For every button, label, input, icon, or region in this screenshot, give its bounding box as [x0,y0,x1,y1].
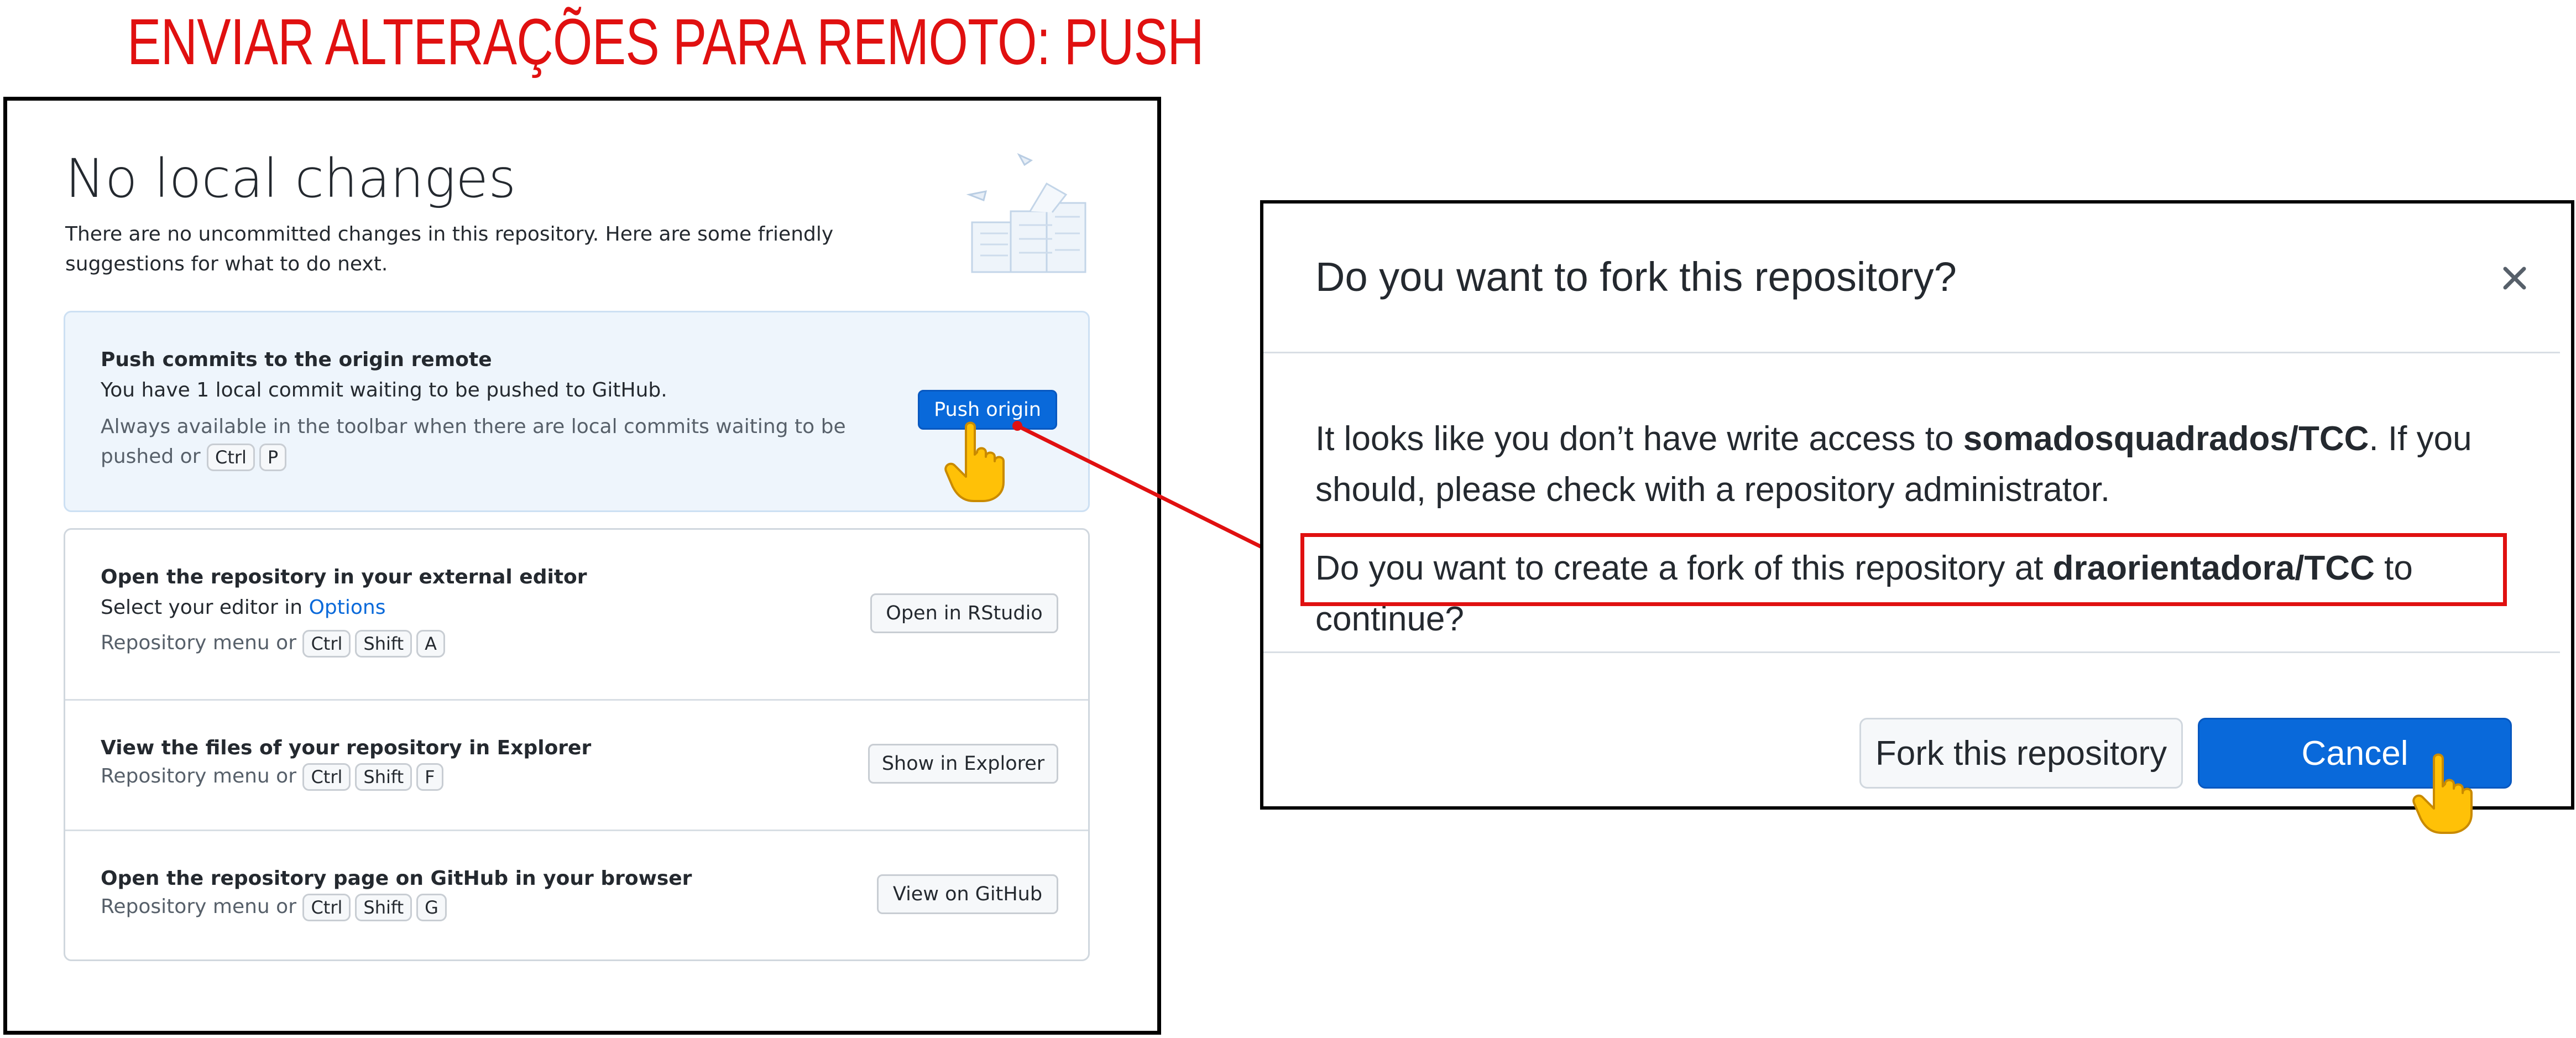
kbd-p: P [259,444,287,471]
close-icon[interactable] [2495,259,2534,298]
editor-row-prefix: Select your editor in [101,596,303,619]
kbd-ctrl: Ctrl [302,763,351,791]
panel-description: There are no uncommitted changes in this… [65,223,834,275]
papers-illustration [966,153,1086,273]
kbd-shift: Shift [355,763,412,791]
editor-hint-text: Repository menu or [101,632,296,654]
message-access-prefix: It looks like you don’t have write acces… [1315,420,1954,458]
explorer-suggestion-row: View the files of your repository in Exp… [65,699,1088,831]
highlight-box [1300,533,2507,606]
pointer-hand-icon [2412,753,2473,834]
push-card-hint: Always available in the toolbar when the… [101,412,886,472]
dialog-title: Do you want to fork this repository? [1315,254,1957,300]
show-in-explorer-button[interactable]: Show in Explorer [868,744,1058,784]
editor-row-hint: Repository menu or Ctrl Shift A [101,628,450,658]
view-on-github-button[interactable]: View on GitHub [877,874,1058,914]
suggestions-card: Open the repository in your external edi… [64,528,1090,961]
kbd-shift: Shift [355,894,412,921]
dialog-header-divider [1263,352,2560,353]
github-row-title: Open the repository page on GitHub in yo… [101,867,692,890]
message-access-repo: somadosquadrados/TCC [1963,420,2369,458]
kbd-a: A [416,630,446,658]
editor-row-title: Open the repository in your external edi… [101,566,587,588]
fork-repository-button[interactable]: Fork this repository [1859,718,2183,789]
explorer-hint-text: Repository menu or [101,765,296,787]
push-card-text: You have 1 local commit waiting to be pu… [101,379,667,401]
kbd-ctrl: Ctrl [302,894,351,921]
explorer-row-title: View the files of your repository in Exp… [101,737,592,759]
panel-title: No local changes [65,148,516,210]
page-heading: ENVIAR ALTERAÇÕES PARA REMOTO: PUSH [127,6,1204,79]
editor-row-text: Select your editor in Options [101,596,385,619]
kbd-shift: Shift [355,630,412,658]
github-suggestion-row: Open the repository page on GitHub in yo… [65,830,1088,961]
github-row-hint: Repository menu or Ctrl Shift G [101,892,451,922]
options-link[interactable]: Options [309,596,386,619]
kbd-ctrl: Ctrl [302,630,351,658]
no-local-changes-panel: No local changes There are no uncommitte… [3,97,1161,1035]
dialog-footer-divider [1263,651,2560,653]
pointer-hand-icon [944,421,1005,502]
editor-suggestion-row: Open the repository in your external edi… [65,530,1088,699]
github-hint-text: Repository menu or [101,895,296,918]
open-in-rstudio-button[interactable]: Open in RStudio [870,593,1058,633]
kbd-f: F [416,763,443,791]
push-suggestion-card: Push commits to the origin remote You ha… [64,311,1090,512]
dialog-message-access: It looks like you don’t have write acces… [1315,414,2504,515]
explorer-row-hint: Repository menu or Ctrl Shift F [101,761,448,791]
kbd-g: G [416,894,447,921]
fork-dialog: Do you want to fork this repository? It … [1260,200,2574,810]
kbd-ctrl: Ctrl [206,444,255,471]
push-card-title: Push commits to the origin remote [101,348,492,371]
